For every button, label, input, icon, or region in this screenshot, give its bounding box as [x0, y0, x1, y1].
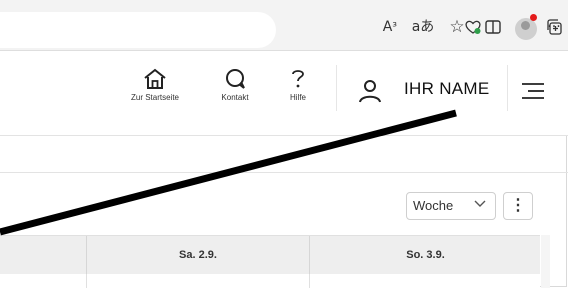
view-select[interactable]: Woche: [406, 192, 496, 220]
favorites-list-icon[interactable]: [348, 15, 374, 39]
calendar-row: [0, 274, 540, 288]
nav-contact[interactable]: Kontakt: [210, 67, 260, 102]
calendar-week-table: Sa. 2.9. So. 3.9.: [0, 235, 540, 288]
home-icon: [144, 68, 166, 89]
nav-label: Zur Startseite: [130, 93, 179, 102]
nav-help[interactable]: Hilfe: [280, 67, 316, 102]
read-aloud-icon[interactable]: Aᶟ: [377, 15, 403, 39]
split-screen-icon[interactable]: [306, 15, 334, 39]
question-icon: [292, 70, 304, 88]
collections-icon[interactable]: [405, 15, 431, 39]
chevron-down-icon: [473, 197, 487, 214]
profile-icon[interactable]: [515, 18, 537, 40]
nav-label: Kontakt: [221, 93, 249, 102]
header-divider: [336, 65, 337, 111]
scrollbar-track[interactable]: [541, 235, 550, 288]
more-icon[interactable]: ···: [540, 15, 568, 39]
nav-label: Hilfe: [289, 93, 306, 102]
calendar-header-row: Sa. 2.9. So. 3.9.: [0, 235, 540, 274]
more-options-button[interactable]: ⋮: [503, 192, 533, 220]
day-header-saturday[interactable]: Sa. 2.9.: [86, 236, 309, 274]
user-icon[interactable]: [357, 77, 383, 110]
browser-essentials-icon[interactable]: [460, 15, 486, 39]
subheader-bar: [0, 136, 568, 173]
hamburger-menu-icon[interactable]: [520, 81, 546, 106]
chat-icon: [226, 69, 245, 89]
header-divider: [507, 65, 508, 111]
address-bar[interactable]: [0, 12, 276, 48]
profile-notification-dot: [530, 14, 537, 21]
day-header-sunday[interactable]: So. 3.9.: [309, 236, 541, 274]
view-select-value: Woche: [413, 198, 454, 213]
calendar-cell[interactable]: [86, 274, 309, 288]
app-header: Zur Startseite Kontakt Hilfe IHR NAME: [0, 51, 568, 136]
nav-home[interactable]: Zur Startseite: [115, 67, 195, 102]
calendar-cell[interactable]: [309, 274, 541, 288]
user-name[interactable]: IHR NAME: [404, 79, 490, 99]
